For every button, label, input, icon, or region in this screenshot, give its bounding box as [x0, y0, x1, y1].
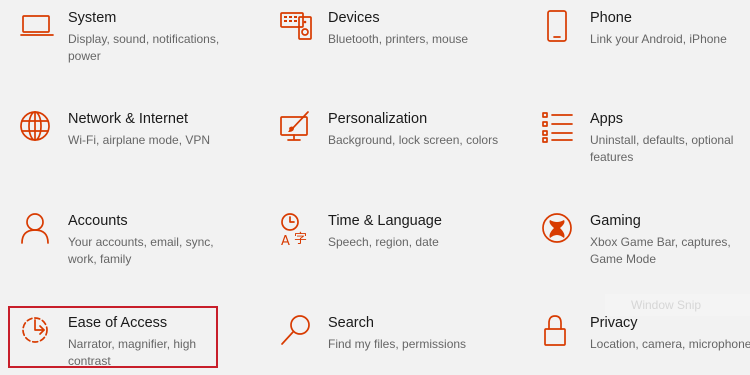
tile-description: Xbox Game Bar, captures, Game Mode	[590, 235, 731, 266]
tile-title: Privacy	[590, 315, 638, 331]
tile-description: Speech, region, date	[328, 235, 439, 249]
tile-description: Bluetooth, printers, mouse	[328, 32, 469, 46]
time-language-icon: A 字	[280, 213, 314, 249]
tile-title: Time & Language	[328, 213, 442, 229]
tile-title: Accounts	[68, 213, 128, 229]
tile-description: Background, lock screen, colors	[328, 133, 499, 147]
tile-title: Devices	[328, 10, 380, 26]
person-icon	[20, 213, 54, 247]
apps-list-icon	[542, 111, 576, 145]
devices-icon	[280, 10, 314, 44]
lock-icon	[542, 315, 576, 349]
tile-title: Search	[328, 315, 374, 331]
search-icon	[280, 315, 314, 349]
tile-title: Apps	[590, 111, 624, 127]
window-snip-watermark: Window Snip	[605, 294, 750, 316]
selection-highlight-box	[8, 306, 218, 368]
tile-title: Personalization	[328, 111, 428, 127]
tile-title: Gaming	[590, 213, 641, 229]
tile-description: Find my files, permissions	[328, 337, 467, 351]
globe-icon	[20, 111, 54, 145]
laptop-icon	[20, 10, 54, 44]
tile-description: Location, camera, microphone	[590, 337, 750, 351]
tile-description: Uninstall, defaults, optional features	[590, 133, 734, 164]
xbox-icon	[542, 213, 576, 247]
svg-text:A: A	[281, 234, 290, 249]
phone-icon	[542, 10, 576, 44]
personalization-icon	[280, 111, 314, 145]
tile-title: Phone	[590, 10, 632, 26]
tile-description: Your accounts, email, sync, work, family	[68, 235, 214, 266]
tile-description: Wi-Fi, airplane mode, VPN	[68, 133, 211, 147]
tile-title: System	[68, 10, 117, 26]
svg-text:字: 字	[294, 232, 307, 247]
tile-description: Display, sound, notifications, power	[68, 32, 220, 63]
tile-description: Link your Android, iPhone	[590, 32, 727, 46]
tile-title: Network & Internet	[68, 111, 189, 127]
